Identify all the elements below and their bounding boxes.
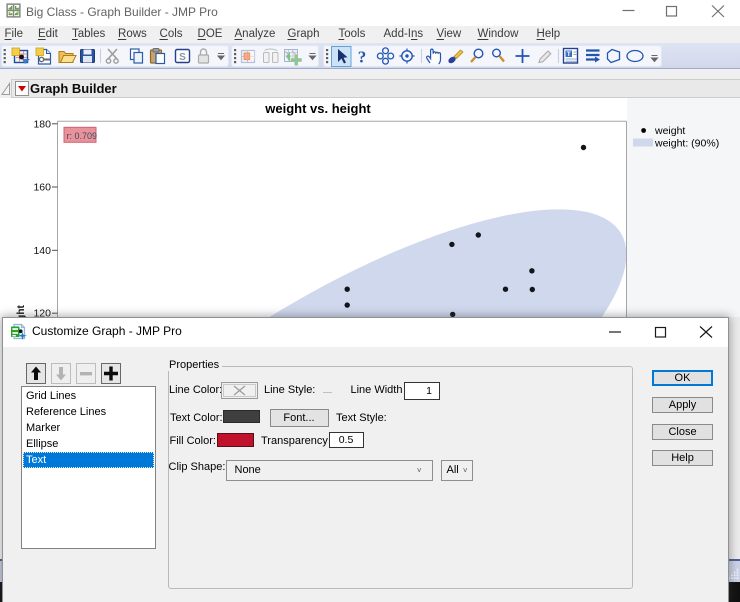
svg-text:weight: weight — [654, 125, 685, 137]
svg-text:120: 120 — [33, 308, 51, 317]
svg-text:weight: weight — [16, 305, 27, 317]
svg-text:140: 140 — [33, 245, 51, 257]
svg-text:?: ? — [358, 48, 367, 67]
svg-text:160: 160 — [33, 182, 51, 194]
svg-text:weight: (90%): weight: (90%) — [654, 138, 719, 150]
svg-text:T: T — [567, 51, 571, 58]
svg-text:weight vs. height: weight vs. height — [264, 101, 371, 116]
svg-text:r: 0.709: r: 0.709 — [67, 131, 98, 141]
svg-text:180: 180 — [33, 118, 51, 130]
svg-text:S: S — [179, 52, 186, 63]
